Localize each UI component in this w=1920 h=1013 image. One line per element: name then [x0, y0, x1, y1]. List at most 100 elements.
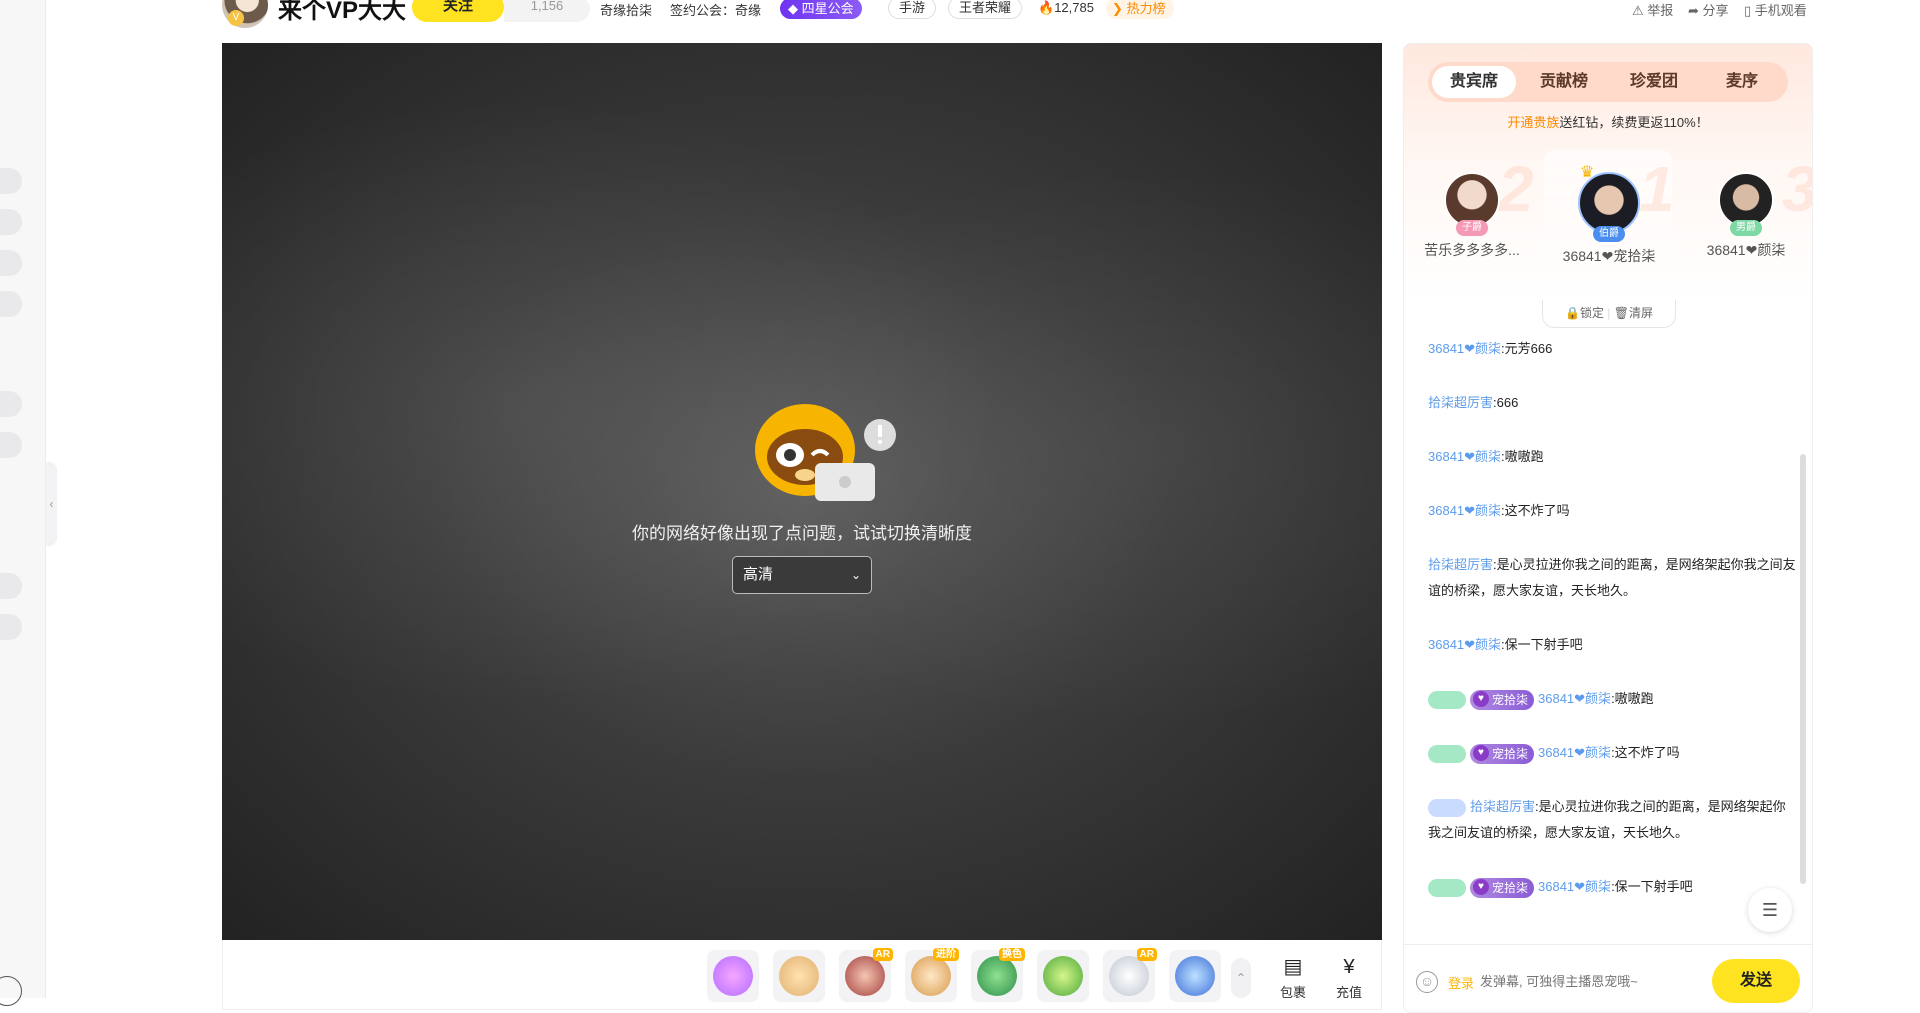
chat-list[interactable]: 36841❤颜柒:元芳666 拾柒超厉害:666 36841❤颜柒:嗷嗷跑 36… [1404, 332, 1800, 934]
chat-message: 36841❤颜柒:元芳666 [1428, 336, 1798, 362]
chat-scrollbar[interactable] [1800, 454, 1806, 884]
anchor-avatar[interactable]: V [222, 0, 268, 28]
phone-icon: ▯ [1744, 3, 1755, 18]
gift-item[interactable]: AR [839, 948, 893, 1002]
gift-tag: 换色 [999, 948, 1025, 961]
tab-mic-order[interactable]: 麦序 [1700, 66, 1784, 98]
gift-item[interactable]: 进阶 [905, 948, 959, 1002]
video-player[interactable]: 你的网络好像出现了点问题，试试切换清晰度 高清 ⌄ [222, 43, 1382, 940]
report-label: 举报 [1647, 3, 1674, 18]
hot-rank-badge[interactable]: ❯ 热力榜 [1106, 0, 1174, 19]
login-link[interactable]: 登录 [1448, 973, 1474, 992]
fan-badge: 宠拾柒 [1470, 743, 1535, 764]
guild-badge[interactable]: ◆ 四星公会 [780, 0, 862, 19]
share-label: 分享 [1702, 3, 1729, 18]
guild-text[interactable]: 签约公会：奇缘 [670, 0, 761, 19]
promo-highlight[interactable]: 开通贵族 [1507, 115, 1559, 130]
tag-mobile[interactable]: 手游 [888, 0, 937, 19]
rank-number: 1 [1639, 153, 1675, 225]
level-badge: 男爵 [1730, 220, 1762, 236]
rank-number: 3 [1782, 152, 1812, 226]
gift-more-button[interactable]: ⌃ [1231, 958, 1251, 998]
warning-icon: ⚠ [1632, 3, 1648, 18]
lock-icon: 🔒 [1564, 306, 1580, 320]
chat-user[interactable]: 36841❤颜柒 [1428, 341, 1501, 356]
raccoon-mascot-icon [755, 404, 896, 501]
chat-text: :666 [1493, 395, 1519, 410]
rank-name: 36841❤宠拾柒 [1562, 248, 1656, 264]
recharge-button[interactable]: ¥ 充值 [1329, 956, 1369, 1001]
tab-fan-club[interactable]: 珍爱团 [1612, 66, 1696, 98]
sidebar-item[interactable] [0, 250, 22, 276]
level-badge [1428, 690, 1466, 709]
chat-user[interactable]: 拾柒超厉害 [1470, 799, 1535, 814]
chat-message: 拾柒超厉害:是心灵拉进你我之间的距离，是网络架起你我之间友谊的桥梁，愿大家友谊，… [1428, 552, 1798, 604]
report-button[interactable]: ⚠ 举报 [1632, 0, 1673, 19]
chat-user[interactable]: 拾柒超厉害 [1428, 557, 1493, 572]
tab-contribution[interactable]: 贡献榜 [1522, 66, 1606, 98]
avatar [1578, 172, 1640, 234]
chat-user[interactable]: 36841❤颜柒 [1428, 449, 1501, 464]
sidebar-item[interactable] [0, 614, 22, 640]
hot-icon: ❯ [1112, 1, 1127, 16]
chevron-down-icon: ⌄ [850, 568, 861, 582]
rank-seat-2[interactable]: 2 子爵 苦乐多多多多... [1412, 153, 1533, 260]
chat-settings-button[interactable]: ☰ [1748, 888, 1792, 932]
left-sidebar [0, 0, 46, 998]
rank-seat-3[interactable]: 3 男爵 36841❤颜柒 [1686, 153, 1812, 260]
package-button[interactable]: ▤ 包裹 [1273, 956, 1313, 1001]
gift-icon [845, 956, 885, 996]
chat-text: :这不炸了吗 [1501, 503, 1570, 518]
share-button[interactable]: ➦ 分享 [1688, 0, 1729, 19]
sidebar-item[interactable] [0, 209, 22, 235]
follow-button[interactable]: 关注 [412, 0, 504, 22]
level-badge: 伯爵 [1593, 226, 1625, 242]
rank-seat-1[interactable]: 1 伯爵 36841❤宠拾柒 [1549, 153, 1675, 266]
chat-message: 36841❤颜柒:这不炸了吗 [1428, 498, 1798, 524]
gift-item[interactable] [773, 950, 825, 1002]
settings-list-icon: ☰ [1761, 900, 1779, 920]
chat-user[interactable]: 36841❤颜柒 [1428, 637, 1501, 652]
tab-vip-seats[interactable]: 贵宾席 [1432, 66, 1516, 98]
gift-item[interactable]: 换色 [971, 948, 1025, 1002]
yen-icon: ¥ [1343, 956, 1355, 978]
lock-button[interactable]: 🔒锁定 [1565, 306, 1604, 320]
danmu-input[interactable] [1480, 967, 1710, 995]
chat-user[interactable]: 36841❤颜柒 [1428, 503, 1501, 518]
lock-label: 锁定 [1579, 306, 1604, 320]
gift-tag: AR [1136, 948, 1157, 961]
gift-icon [779, 956, 819, 996]
sidebar-item[interactable] [0, 391, 22, 417]
chat-user[interactable]: 拾柒超厉害 [1428, 395, 1493, 410]
collapse-sidebar-button[interactable]: ‹ [46, 462, 57, 546]
tag-game[interactable]: 王者荣耀 [948, 0, 1023, 19]
level-badge [1428, 878, 1466, 897]
sidebar-item[interactable] [0, 432, 22, 458]
chat-message: 宠拾柒36841❤颜柒:这不炸了吗 [1428, 740, 1798, 766]
clear-button[interactable]: 🗑清屏 [1614, 306, 1653, 320]
promo-text: 送红钻，续费更返110%！ [1559, 115, 1709, 130]
hot-rank-label: 热力榜 [1126, 1, 1166, 16]
vip-promo[interactable]: 开通贵族送红钻，续费更返110%！ [1404, 112, 1812, 131]
gift-item[interactable]: AR [1103, 948, 1157, 1002]
send-button[interactable]: 发送 [1712, 959, 1800, 1003]
gift-item[interactable] [1169, 950, 1221, 1002]
emoji-icon[interactable]: ☺ [1416, 971, 1438, 993]
gift-icon [1043, 956, 1083, 996]
gift-item[interactable] [707, 950, 759, 1002]
chat-text: :嗷嗷跑 [1501, 449, 1544, 464]
chat-user[interactable]: 36841❤颜柒 [1538, 745, 1611, 760]
fan-badge: 宠拾柒 [1470, 689, 1535, 710]
room-name: 奇缘拾柒 [600, 3, 653, 18]
sidebar-item[interactable] [0, 168, 22, 194]
mobile-watch-button[interactable]: ▯ 手机观看 [1744, 0, 1807, 19]
sidebar-item[interactable] [0, 573, 22, 599]
vip-area: 贵宾席 贡献榜 珍爱团 麦序 开通贵族送红钻，续费更返110%！ 2 子爵 苦乐… [1404, 44, 1812, 302]
chat-user[interactable]: 36841❤颜柒 [1538, 879, 1611, 894]
gift-item[interactable] [1037, 950, 1089, 1002]
quality-select[interactable]: 高清 ⌄ [732, 556, 872, 594]
anchor-name: 来个VP大大 [278, 0, 407, 24]
clear-label: 清屏 [1628, 306, 1653, 320]
sidebar-item[interactable] [0, 291, 22, 317]
chat-user[interactable]: 36841❤颜柒 [1538, 691, 1611, 706]
